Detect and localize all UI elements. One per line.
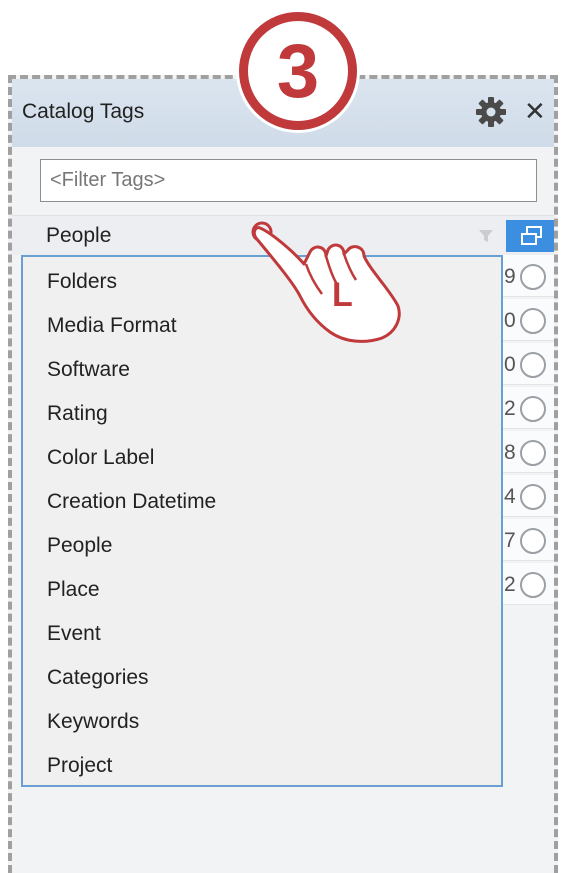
dropdown-option-folders[interactable]: Folders: [47, 267, 117, 297]
dropdown-option-keywords[interactable]: Keywords: [47, 707, 139, 737]
tag-radio[interactable]: [520, 396, 546, 422]
mouse-button-label: L: [332, 276, 353, 314]
tag-count: 7: [504, 529, 516, 552]
tag-count-row: 2: [500, 563, 554, 605]
tag-radio[interactable]: [520, 352, 546, 378]
tag-count-row: 0: [500, 299, 554, 341]
dropdown-option-creation-datetime[interactable]: Creation Datetime: [47, 487, 216, 517]
dropdown-option-people[interactable]: People: [47, 531, 112, 561]
tag-count: 9: [504, 265, 516, 288]
filter-funnel-icon: [479, 230, 493, 242]
tag-radio[interactable]: [520, 308, 546, 334]
dropdown-option-event[interactable]: Event: [47, 619, 101, 649]
tag-count-row: 8: [500, 431, 554, 473]
tag-radio[interactable]: [520, 264, 546, 290]
dropdown-option-project[interactable]: Project: [47, 751, 112, 781]
tag-count-row: 9: [500, 255, 554, 297]
tag-count: 2: [504, 573, 516, 596]
tag-count-row: 4: [500, 475, 554, 517]
dropdown-option-media-format[interactable]: Media Format: [47, 311, 177, 341]
dropdown-option-color-label[interactable]: Color Label: [47, 443, 154, 473]
catalog-tags-panel: Catalog Tags ✕ People: [8, 75, 558, 873]
panel-title: Catalog Tags: [22, 100, 145, 123]
expand-button[interactable]: [506, 220, 554, 252]
filter-tags-input[interactable]: [40, 159, 537, 202]
tag-count: 4: [504, 485, 516, 508]
dropdown-option-software[interactable]: Software: [47, 355, 130, 385]
dropdown-option-categories[interactable]: Categories: [47, 663, 149, 693]
selected-category-label: People: [46, 224, 112, 247]
tag-count-row: 7: [500, 519, 554, 561]
tag-count-row: 2: [500, 387, 554, 429]
tag-count: 0: [504, 309, 516, 332]
step-number: 3: [276, 29, 320, 114]
tag-radio[interactable]: [520, 528, 546, 554]
tag-count: 0: [504, 353, 516, 376]
tag-radio[interactable]: [520, 484, 546, 510]
gear-icon[interactable]: [474, 95, 508, 129]
dropdown-option-place[interactable]: Place: [47, 575, 100, 605]
tag-count: 8: [504, 441, 516, 464]
hand-pointer-icon: L: [251, 221, 401, 343]
tag-count: 2: [504, 397, 516, 420]
tag-radio[interactable]: [520, 440, 546, 466]
tag-count-row: 0: [500, 343, 554, 385]
close-icon[interactable]: ✕: [524, 95, 550, 129]
step-number-badge: 3: [239, 12, 357, 130]
dropdown-option-rating[interactable]: Rating: [47, 399, 108, 429]
tag-radio[interactable]: [520, 572, 546, 598]
expand-window-icon: [521, 226, 542, 245]
